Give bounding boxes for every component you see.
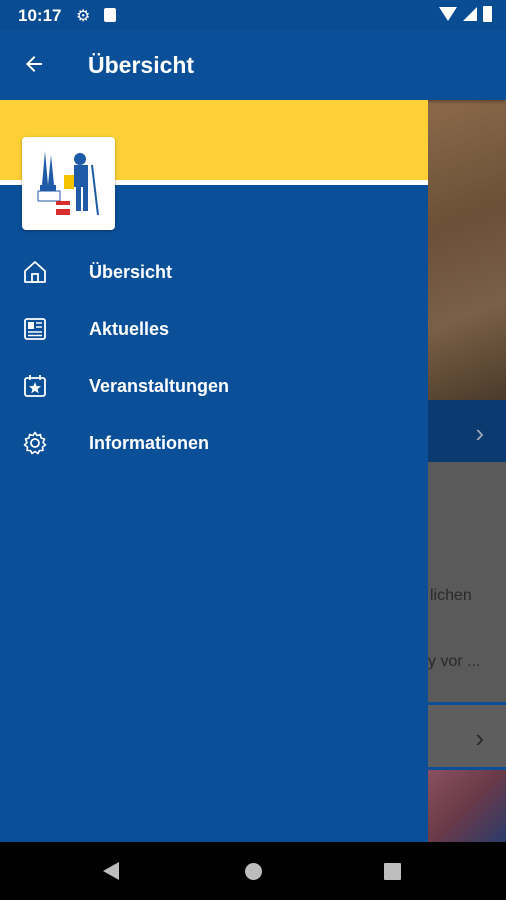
drawer-item-label: Aktuelles: [89, 319, 170, 339]
arrow-back-icon: [26, 56, 42, 72]
wifi-icon: [439, 7, 457, 21]
system-nav-bar: [0, 842, 506, 900]
nav-back-icon[interactable]: [103, 862, 119, 880]
background-card: lichen y vor ...: [428, 462, 506, 702]
page-title: Übersicht: [88, 52, 195, 78]
nav-recent-apps-icon[interactable]: [384, 863, 401, 880]
navigation-drawer: Übersicht Aktuelles Veranstaltungen Info…: [0, 100, 428, 842]
home-icon: [24, 261, 46, 283]
gear-icon: [23, 431, 47, 455]
signal-icon: [463, 7, 477, 21]
nav-home-icon[interactable]: [245, 863, 262, 880]
gear-icon: ⚙: [76, 8, 91, 25]
background-photo: [428, 100, 506, 400]
drawer-item-label: Veranstaltungen: [89, 376, 230, 396]
background-text: lichen: [430, 587, 472, 604]
drawer-menu: Übersicht Aktuelles Veranstaltungen Info…: [0, 245, 428, 473]
background-text: y vor ...: [428, 653, 481, 670]
chevron-right-icon: ›: [475, 723, 484, 753]
battery-icon: [483, 6, 492, 22]
drawer-item-uebersicht[interactable]: Übersicht: [0, 245, 428, 302]
back-button[interactable]: [20, 50, 48, 78]
newspaper-icon: [24, 318, 46, 340]
drawer-item-label: Informationen: [89, 433, 209, 453]
calendar-star-icon: [24, 375, 46, 397]
sd-card-icon: [104, 8, 116, 22]
drawer-item-informationen[interactable]: Informationen: [0, 416, 428, 473]
background-content: › lichen y vor ... ›: [428, 100, 506, 842]
background-image: [428, 770, 506, 842]
app-bar: Übersicht: [0, 30, 506, 100]
drawer-item-veranstaltungen[interactable]: Veranstaltungen: [0, 359, 428, 416]
background-row: ›: [428, 705, 506, 767]
city-logo: [22, 137, 115, 230]
background-band: ›: [428, 400, 506, 462]
status-time: 10:17: [18, 6, 62, 25]
logo-emblem: [37, 150, 99, 215]
chevron-right-icon: ›: [475, 418, 484, 448]
drawer-item-aktuelles[interactable]: Aktuelles: [0, 302, 428, 359]
status-bar: 10:17 ⚙: [0, 0, 506, 30]
drawer-item-label: Übersicht: [89, 262, 173, 282]
